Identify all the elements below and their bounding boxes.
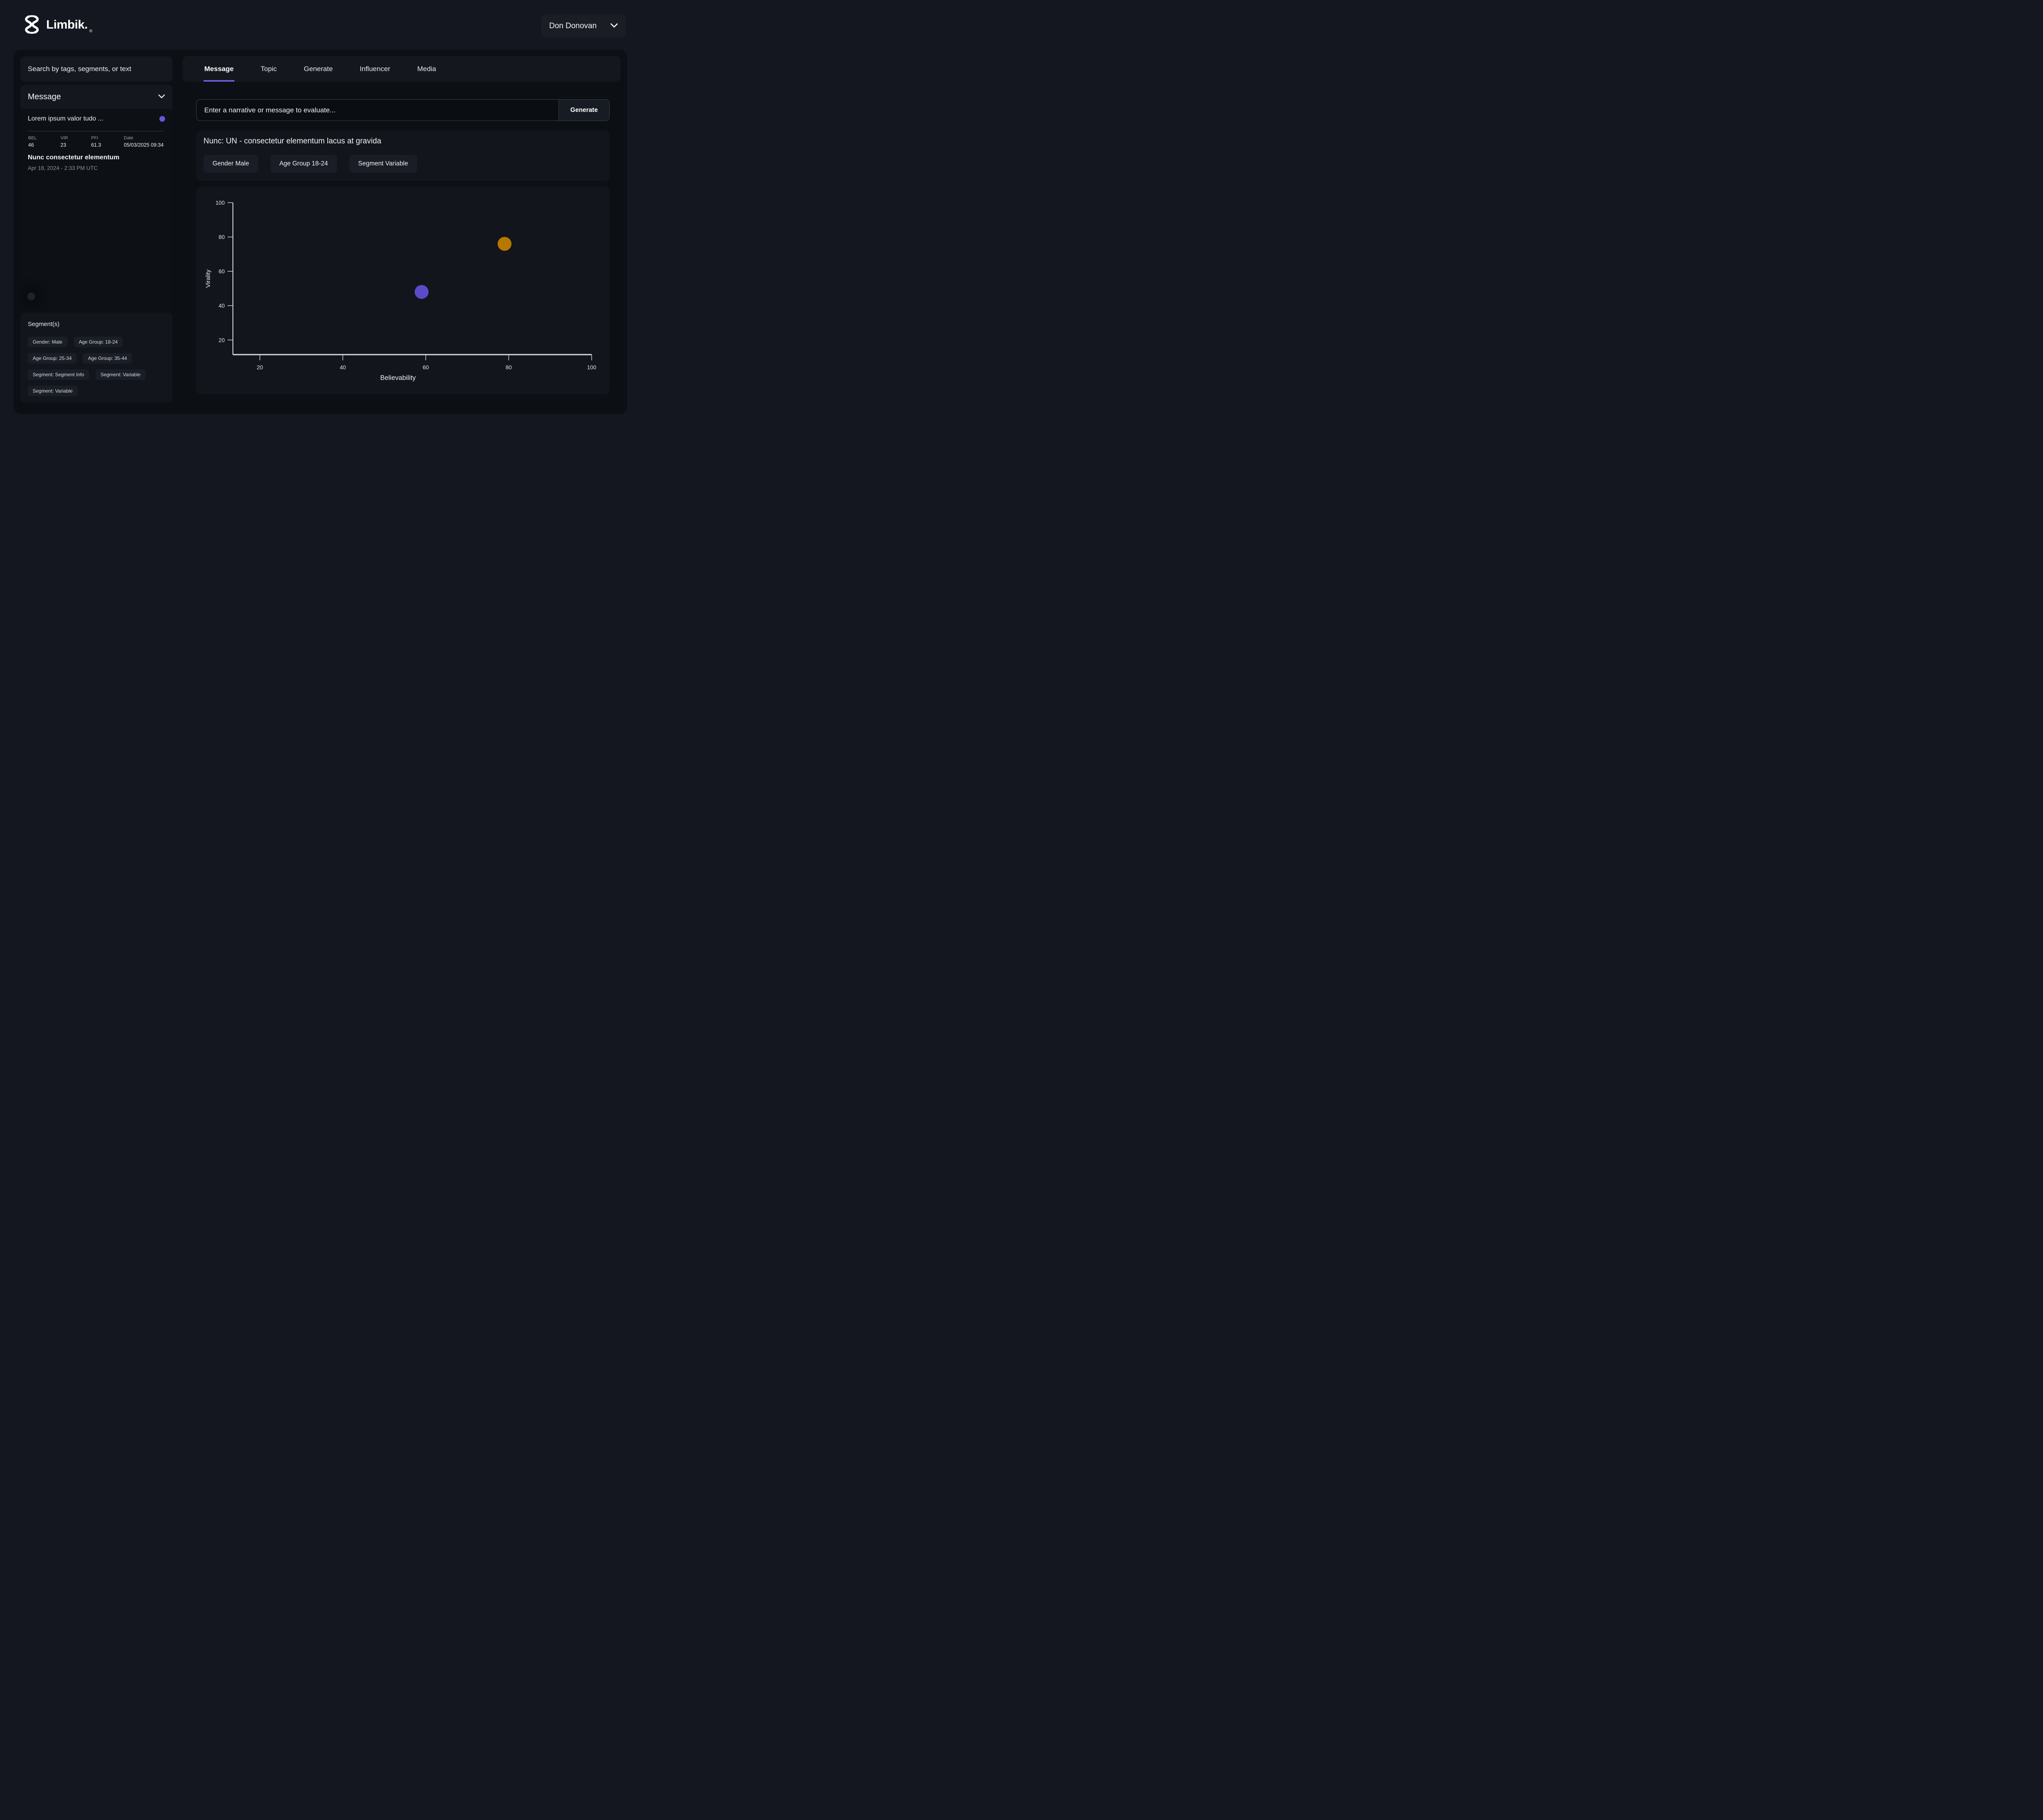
- y-tick-label: 100: [215, 200, 225, 206]
- segment-chip[interactable]: Segment: Segment Info: [28, 369, 89, 380]
- scroll-indicator-dot: [27, 293, 35, 300]
- message-item-title: Nunc consectetur elementum: [28, 154, 165, 161]
- segment-chip[interactable]: Segment: Variable: [96, 369, 145, 380]
- stat-label: VIR: [60, 136, 68, 141]
- x-axis-title: Believability: [380, 374, 416, 382]
- x-tick-label: 100: [587, 364, 597, 371]
- purple-point[interactable]: [415, 285, 429, 299]
- message-filter-dropdown[interactable]: Message: [20, 85, 172, 109]
- message-summary-card: Nunc: UN - consectetur elementum lacus a…: [196, 131, 610, 181]
- scatter-chart-card: 20 40 60 80 100 20 40 60 80 100 Virality Believabil…: [196, 187, 610, 394]
- stat-value: 46: [28, 142, 37, 148]
- message-segment-chip[interactable]: Segment Variable: [349, 155, 417, 173]
- message-item-date: Apr 18, 2024 - 2:33 PM UTC: [28, 165, 165, 171]
- stat-value: 05/03/2025 09:34: [124, 142, 163, 148]
- segment-chip[interactable]: Segment: Variable: [28, 386, 78, 396]
- y-axis-title: Virality: [205, 269, 212, 288]
- message-segment-chip[interactable]: Age Group 18-24: [270, 155, 337, 173]
- sidebar-search: [20, 56, 172, 82]
- message-item-title: Lorem ipsum valor tudo ...: [28, 115, 103, 123]
- stat-label: PFI: [91, 136, 101, 141]
- segment-chip[interactable]: Age Group: 18-24: [74, 337, 123, 347]
- stat-value: 23: [60, 142, 68, 148]
- segments-chip-list: Gender: Male Age Group: 18-24 Age Group: 2…: [28, 337, 165, 396]
- tab-influencer[interactable]: Influencer: [359, 56, 391, 82]
- message-list-panel: Message Lorem ipsum valor tudo ... BEL46…: [20, 85, 172, 311]
- tab-generate[interactable]: Generate: [303, 56, 334, 82]
- x-tick-label: 60: [422, 364, 429, 371]
- stat-label: Date: [124, 136, 163, 141]
- brand-name: Limbik.: [46, 18, 88, 32]
- divider: [28, 131, 163, 132]
- app-root: Limbik. ® Don Donovan Message: [0, 0, 641, 427]
- stat-vir: VIR23: [60, 136, 68, 148]
- user-menu-button[interactable]: Don Donovan: [541, 15, 626, 38]
- user-name: Don Donovan: [549, 22, 597, 31]
- y-tick-label: 40: [219, 303, 225, 309]
- stat-value: 61.3: [91, 142, 101, 148]
- stat-pfi: PFI61.3: [91, 136, 101, 148]
- chevron-down-icon: [158, 93, 165, 100]
- message-segment-chip[interactable]: Gender Male: [203, 155, 258, 173]
- segments-panel: Segment(s) Gender: Male Age Group: 18-24 A…: [20, 313, 172, 402]
- segment-chip[interactable]: Age Group: 25-34: [28, 353, 76, 364]
- y-tick-label: 80: [219, 234, 225, 240]
- main-tabbar: Message Topic Generate Influencer Media: [183, 56, 621, 82]
- tab-topic[interactable]: Topic: [260, 56, 278, 82]
- narrative-input[interactable]: [197, 100, 559, 121]
- x-tick-label: 20: [257, 364, 263, 371]
- unread-status-dot: [159, 116, 165, 122]
- search-input[interactable]: [20, 56, 172, 82]
- message-summary-title: Nunc: UN - consectetur elementum lacus a…: [203, 137, 602, 146]
- content-container: Message Lorem ipsum valor tudo ... BEL46…: [13, 50, 627, 414]
- message-filter-label: Message: [28, 92, 61, 102]
- segment-chip[interactable]: Age Group: 35-44: [83, 353, 132, 364]
- orange-point[interactable]: [498, 237, 512, 251]
- segment-chip[interactable]: Gender: Male: [28, 337, 67, 347]
- x-tick-label: 40: [340, 364, 346, 371]
- limbik-logo[interactable]: Limbik. ®: [22, 15, 92, 35]
- message-list-item[interactable]: Lorem ipsum valor tudo ...: [20, 109, 172, 123]
- message-summary-chips: Gender Male Age Group 18-24 Segment Variab…: [203, 155, 602, 173]
- tab-message[interactable]: Message: [203, 56, 235, 82]
- chevron-down-icon: [610, 22, 618, 30]
- stat-bel: BEL46: [28, 136, 37, 148]
- x-tick-label: 80: [505, 364, 512, 371]
- stat-date: Date05/03/2025 09:34: [124, 136, 163, 148]
- segments-title: Segment(s): [28, 321, 165, 328]
- generate-button[interactable]: Generate: [559, 100, 609, 121]
- registered-mark: ®: [89, 29, 92, 33]
- narrative-composer: Generate: [196, 99, 610, 121]
- tab-media[interactable]: Media: [416, 56, 437, 82]
- y-tick-label: 20: [219, 337, 225, 343]
- brain-logo-icon: [22, 15, 41, 35]
- y-tick-label: 60: [219, 268, 225, 275]
- believability-virality-chart: 20 40 60 80 100 20 40 60 80 100 Virality Believabil…: [196, 187, 610, 394]
- message-list-item[interactable]: Nunc consectetur elementum Apr 18, 2024 …: [20, 154, 172, 171]
- stat-label: BEL: [28, 136, 37, 141]
